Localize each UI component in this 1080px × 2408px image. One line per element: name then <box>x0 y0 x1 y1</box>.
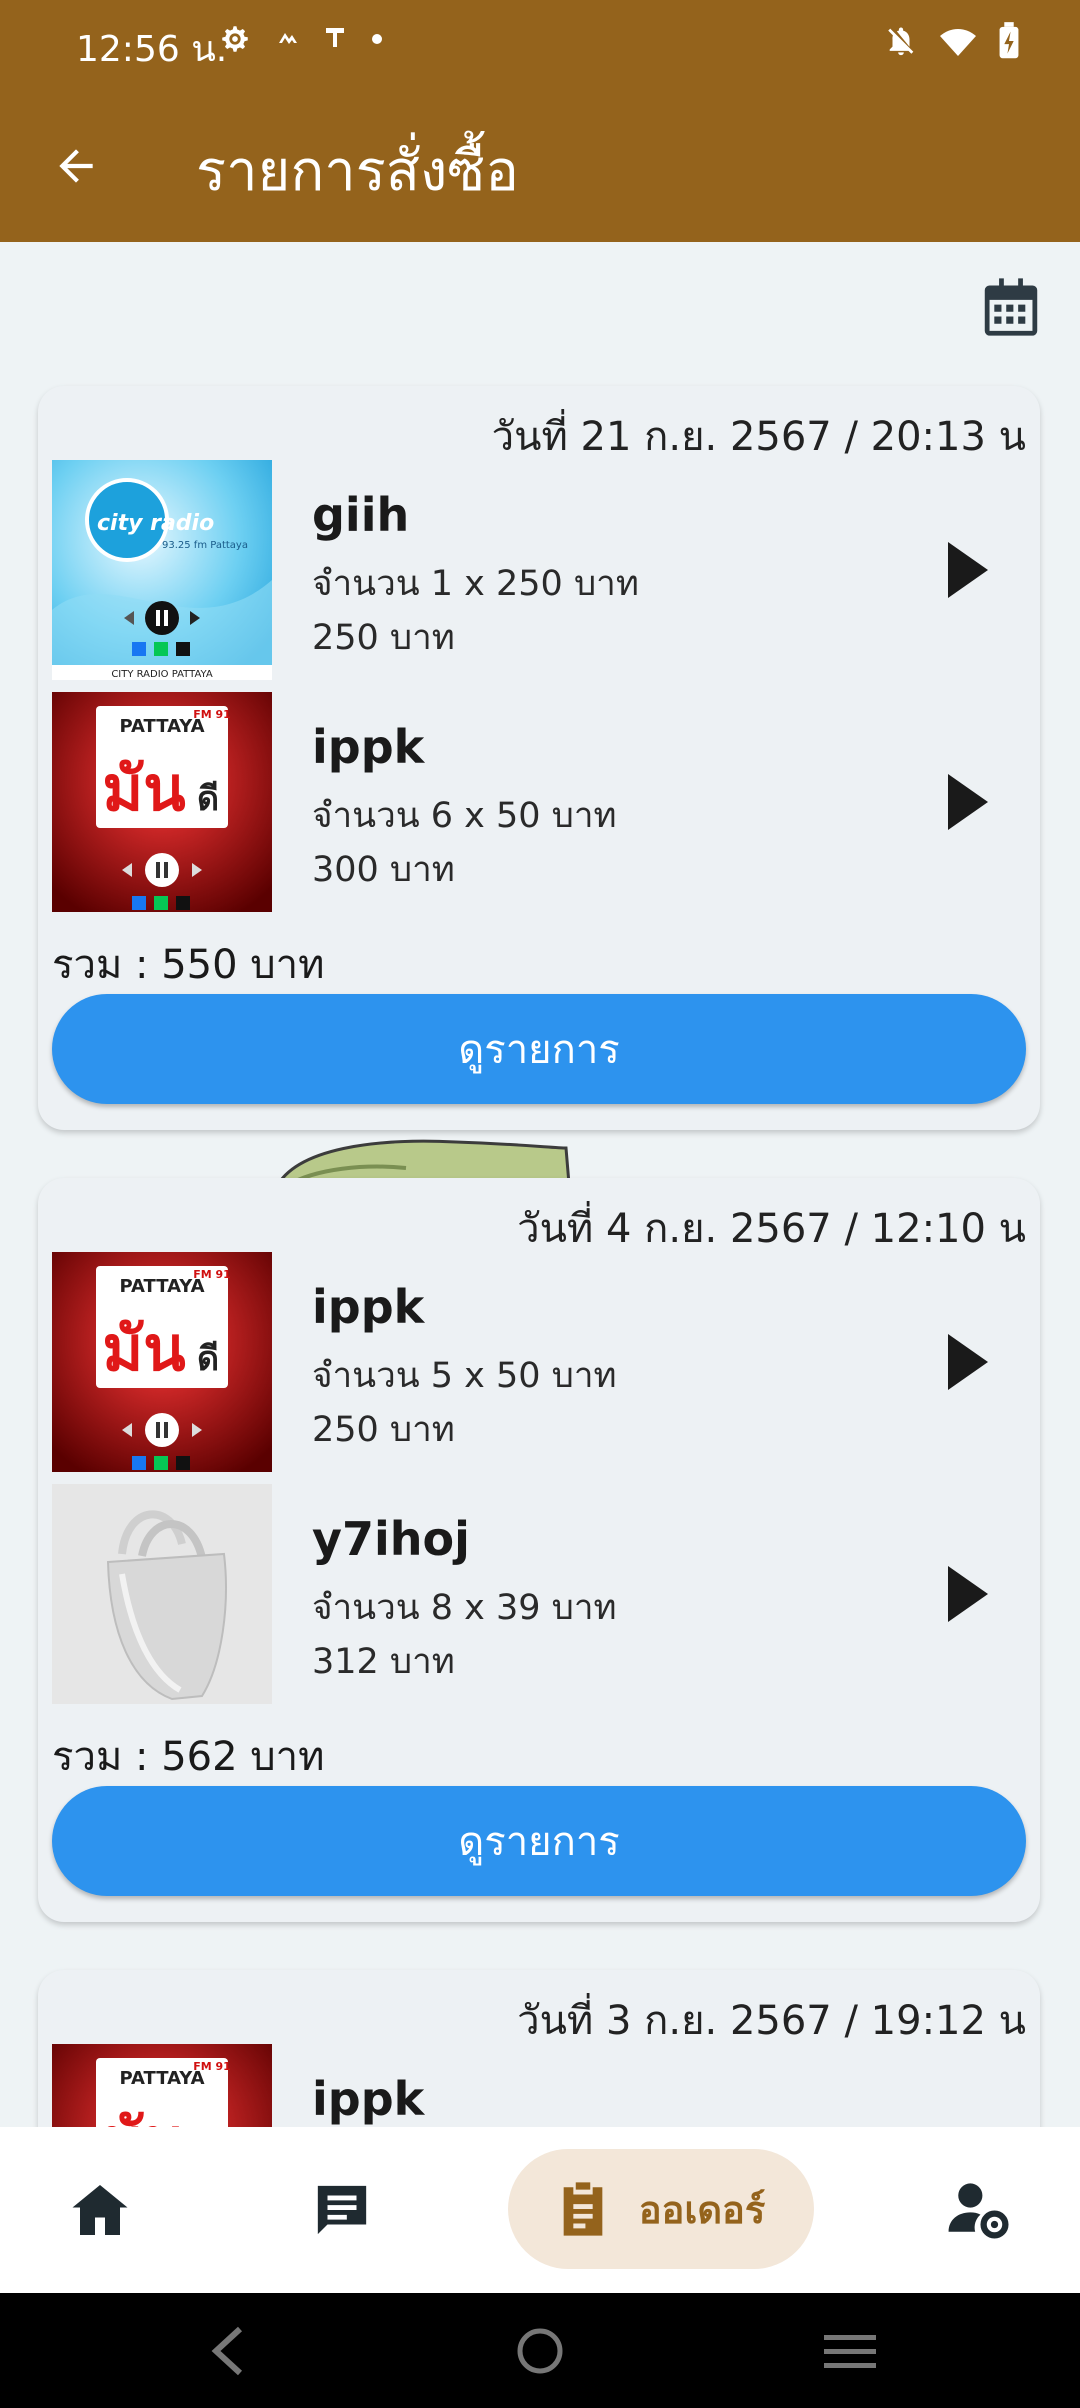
product-subtotal: 300 บาท <box>312 850 455 890</box>
pattaya-fm-text: FM 91 <box>193 1268 231 1281</box>
product-thumbnail-city-radio: city radio 93.25 fm Pattaya CITY RADIO P… <box>52 460 272 680</box>
pattaya-top-text: PATTAYA <box>119 2068 204 2089</box>
usb-icon <box>326 28 344 47</box>
product-subtotal: 312 บาท <box>312 1642 455 1682</box>
product-thumbnail-bag <box>52 1484 272 1704</box>
product-subtotal: 250 บาท <box>312 1410 455 1450</box>
order-card: วันที่ 3 ก.ย. 2567 / 19:12 น PATTAYA FM … <box>38 1970 1040 2127</box>
product-quantity: จำนวน 6 x 50 บาท <box>312 796 617 836</box>
order-sum: รวม : 550 บาท <box>52 942 325 988</box>
chat-icon <box>317 2185 367 2235</box>
product-name: giih <box>312 488 410 542</box>
back-button[interactable] <box>40 130 112 202</box>
product-name: ippk <box>312 1280 425 1334</box>
nav-home[interactable] <box>50 2127 150 2293</box>
product-thumbnail-pattaya-radio: PATTAYA FM 91 มัน ดี <box>52 2044 272 2127</box>
system-home-icon[interactable] <box>516 2327 564 2375</box>
bell-off-icon <box>888 27 914 56</box>
system-recents-icon[interactable] <box>824 2333 876 2371</box>
arrow-right-icon[interactable] <box>948 1334 988 1390</box>
pattaya-fm-text: FM 91 <box>193 708 231 721</box>
city-footer-text: CITY RADIO PATTAYA <box>111 669 213 680</box>
status-time: 12:56 น. <box>76 29 228 70</box>
view-order-button[interactable]: ดูรายการ <box>52 994 1026 1104</box>
battery-charging-icon <box>999 22 1019 59</box>
status-right-icons <box>884 22 1020 60</box>
clipboard-icon <box>563 2182 603 2236</box>
arrow-right-icon[interactable] <box>948 774 988 830</box>
user-settings-icon <box>948 2183 1009 2239</box>
nav-orders-label: ออเดอร์ <box>638 2187 766 2232</box>
order-card: วันที่ 4 ก.ย. 2567 / 12:10 น PATTAYA FM … <box>38 1178 1040 1922</box>
order-date: วันที่ 4 ก.ย. 2567 / 12:10 น <box>517 1206 1026 1252</box>
page-title: รายการสั่งซื้อ <box>196 139 519 204</box>
order-date: วันที่ 3 ก.ย. 2567 / 19:12 น <box>517 1998 1026 2044</box>
pattaya-main-text: มัน <box>102 752 185 825</box>
home-icon <box>72 2185 128 2235</box>
wifi-icon <box>940 29 976 56</box>
order-item-row[interactable]: y7ihoj จำนวน 8 x 39 บาท 312 บาท <box>52 1484 1026 1706</box>
product-quantity: จำนวน 1 x 250 บาท <box>312 564 639 604</box>
pattaya-main-text: มัน <box>102 2104 185 2127</box>
product-name: ippk <box>312 720 425 774</box>
pattaya-top-text: PATTAYA <box>119 1276 204 1297</box>
nav-orders[interactable]: ออเดอร์ <box>508 2149 814 2269</box>
product-thumbnail-pattaya-radio: PATTAYA FM 91 มัน ดี <box>52 1252 272 1472</box>
order-list[interactable]: วันที่ 21 ก.ย. 2567 / 20:13 น city radio… <box>0 242 1080 2127</box>
dot-icon <box>372 34 382 44</box>
view-order-button[interactable]: ดูรายการ <box>52 1786 1026 1896</box>
settings-gear-icon <box>222 26 248 52</box>
pattaya-top-text: PATTAYA <box>119 716 204 737</box>
system-navigation-bar <box>0 2293 1080 2408</box>
arrow-back-icon <box>59 149 93 183</box>
product-thumbnail-pattaya-radio: PATTAYA FM 91 มัน ดี <box>52 692 272 912</box>
order-date: วันที่ 21 ก.ย. 2567 / 20:13 น <box>491 414 1026 460</box>
app-bar: รายการสั่งซื้อ <box>0 88 1080 242</box>
product-name: y7ihoj <box>312 1512 470 1566</box>
order-item-row[interactable]: PATTAYA FM 91 มัน ดี ippk จำนวน 6 x 50 บ… <box>52 692 1026 914</box>
nav-chat[interactable] <box>292 2127 392 2293</box>
product-name: ippk <box>312 2072 425 2126</box>
status-bar: 12:56 น. <box>0 0 1080 88</box>
order-card: วันที่ 21 ก.ย. 2567 / 20:13 น city radio… <box>38 386 1040 1130</box>
order-item-row[interactable]: city radio 93.25 fm Pattaya CITY RADIO P… <box>52 460 1026 682</box>
order-sum: รวม : 562 บาท <box>52 1734 325 1780</box>
bottom-navigation: ออเดอร์ <box>0 2127 1080 2293</box>
order-item-row[interactable]: PATTAYA FM 91 มัน ดี ippk จำนวน 5 x 50 บ… <box>52 1252 1026 1474</box>
product-quantity: จำนวน 8 x 39 บาท <box>312 1588 617 1628</box>
pattaya-side-text: ดี <box>197 779 219 819</box>
nav-profile-settings[interactable] <box>930 2127 1030 2293</box>
product-subtotal: 250 บาท <box>312 618 455 658</box>
status-left-icons <box>218 22 384 56</box>
system-back-icon[interactable] <box>210 2325 246 2377</box>
city-sub-text: 93.25 fm Pattaya <box>162 540 248 551</box>
pattaya-main-text: มัน <box>102 1312 185 1385</box>
pattaya-side-text: ดี <box>197 1339 219 1379</box>
notification-icon <box>279 33 297 44</box>
product-quantity: จำนวน 5 x 50 บาท <box>312 1356 617 1396</box>
order-item-row[interactable]: PATTAYA FM 91 มัน ดี ippk <box>52 2044 1026 2127</box>
arrow-right-icon[interactable] <box>948 542 988 598</box>
pattaya-fm-text: FM 91 <box>193 2060 231 2073</box>
arrow-right-icon[interactable] <box>948 1566 988 1622</box>
city-logo-text: city radio <box>97 511 214 536</box>
